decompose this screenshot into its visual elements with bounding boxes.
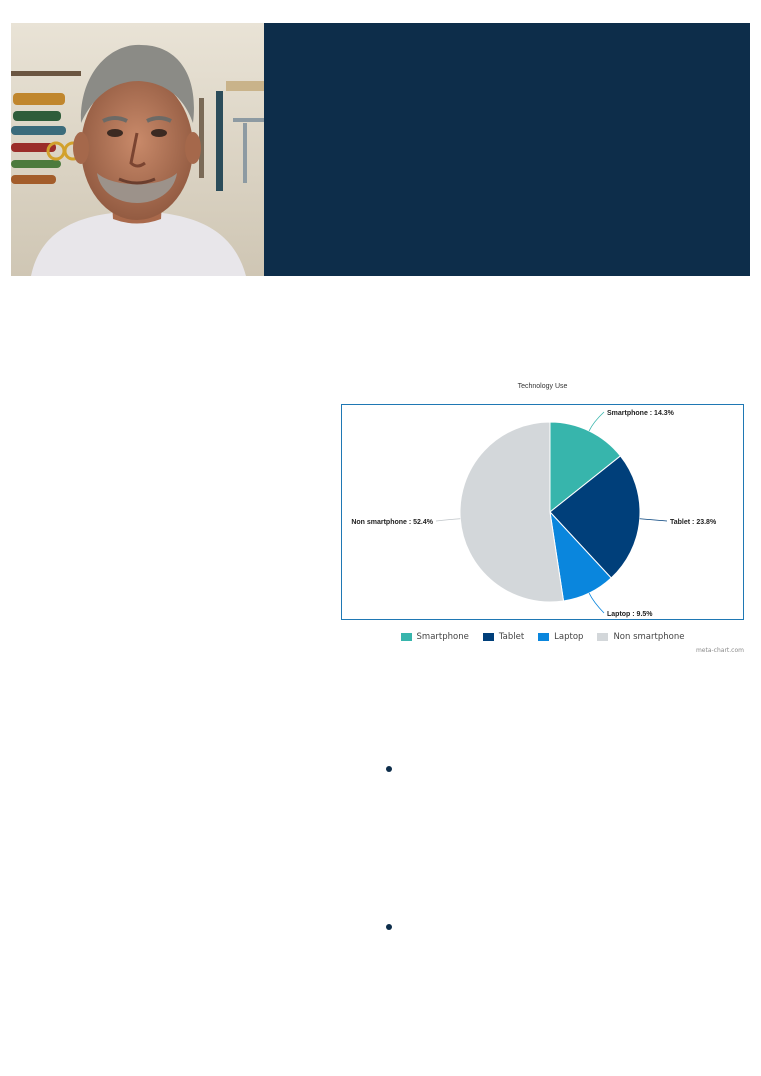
- legend-swatch: [597, 633, 609, 641]
- hero-photo: [11, 23, 264, 276]
- legend-swatch: [538, 633, 550, 641]
- slice-label: Smartphone : 14.3%: [607, 410, 675, 417]
- legend-label: Smartphone: [416, 632, 469, 642]
- chart-credit: meta-chart.com: [695, 647, 744, 654]
- bullet-dot: [386, 766, 392, 772]
- leader-line: [588, 411, 605, 432]
- legend-swatch: [482, 633, 494, 641]
- hero-banner-panel: [264, 23, 750, 276]
- chart-legend: Smartphone Tablet Laptop Non smartphone: [341, 632, 744, 642]
- leader-line: [639, 518, 668, 522]
- legend-label: Laptop: [554, 632, 584, 642]
- pie-chart: Smartphone : 14.3% Tablet : 23.8% Laptop :…: [351, 410, 717, 618]
- legend-item: Non smartphone: [597, 632, 684, 642]
- legend-item: Tablet: [482, 632, 525, 642]
- leader-line: [588, 592, 605, 614]
- slice-label: Tablet : 23.8%: [670, 519, 717, 526]
- chart-title: Technology Use: [517, 383, 568, 390]
- legend-label: Non smartphone: [613, 632, 685, 642]
- pie-slice-non-smartphone: [459, 421, 565, 603]
- portrait-image: [11, 23, 264, 276]
- legend-swatch: [400, 633, 412, 641]
- legend-item: Smartphone: [400, 632, 469, 642]
- legend-item: Laptop: [538, 632, 583, 642]
- leader-line: [435, 518, 461, 522]
- slice-label: Non smartphone : 52.4%: [351, 519, 433, 526]
- slice-label: Laptop : 9.5%: [607, 611, 653, 618]
- bullet-dot: [386, 924, 392, 930]
- legend-label: Tablet: [498, 632, 525, 642]
